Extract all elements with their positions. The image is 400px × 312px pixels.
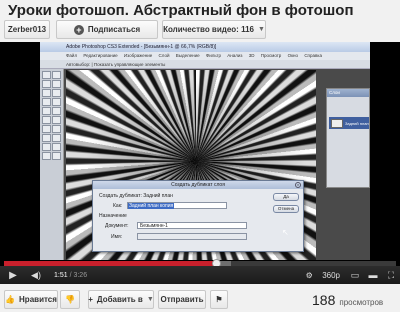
duplicate-label: Создать дубликат: Задний план: [99, 193, 173, 199]
tool-icon: [42, 116, 51, 124]
video-title: Уроки фотошоп. Абстрактный фон в фотошоп: [8, 2, 354, 19]
tool-icon: [52, 71, 61, 79]
flag-button[interactable]: ⚑: [210, 290, 228, 309]
fullscreen-icon[interactable]: ⛶: [382, 270, 400, 281]
thumbs-down-icon: 👎: [65, 295, 75, 304]
tool-icon: [52, 152, 61, 160]
plus-icon: +: [88, 295, 93, 304]
ok-button: Да: [273, 193, 299, 201]
name-field: [137, 233, 247, 240]
tool-icon: [42, 80, 51, 88]
layer-name: Задний план: [345, 120, 369, 126]
menu-item: Файл: [66, 53, 78, 58]
menu-item: Редактирование: [83, 53, 118, 58]
destination-label: Назначение: [99, 213, 127, 219]
menu-item: 3D: [248, 53, 255, 58]
tool-icon: [52, 89, 61, 97]
like-button[interactable]: 👍 Нравится: [4, 290, 58, 309]
channel-name-button[interactable]: Zerber013: [4, 20, 50, 39]
view-count-label: просмотров: [339, 298, 384, 307]
quality-button[interactable]: 360p: [322, 271, 340, 280]
photoshop-options-bar: Автовыбор: | Показать управляющие элемен…: [40, 60, 370, 69]
play-icon[interactable]: ▶: [0, 270, 26, 281]
volume-icon[interactable]: ◀): [26, 270, 46, 281]
tool-icon: [52, 98, 61, 106]
tool-icon: [52, 107, 61, 115]
menu-item: Фильтр: [205, 53, 221, 58]
video-frame[interactable]: Adobe Photoshop CS3 Extended - [Безымянн…: [40, 42, 370, 260]
document-label: Документ:: [105, 223, 129, 229]
layer-row: Задний план: [329, 117, 369, 129]
share-label: Отправить: [160, 295, 204, 304]
tool-icon: [42, 143, 51, 151]
video-count-label: Количество видео: 116: [163, 25, 254, 34]
name-label: Имя:: [111, 234, 123, 240]
as-field-value: Задний план копия: [128, 203, 175, 209]
tool-icon: [42, 98, 51, 106]
like-label: Нравится: [19, 295, 57, 304]
player-controls: ▶ ◀) 1:51 / 3:26 ⚙ 360p ▭ ▬ ⛶: [0, 266, 400, 284]
channel-name: Zerber013: [7, 25, 47, 34]
plus-icon: +: [73, 24, 84, 35]
menu-item: Анализ: [227, 53, 243, 58]
add-to-label: Добавить в: [96, 295, 143, 304]
photoshop-menu-bar: Файл Редактирование Изображение Слой Выд…: [40, 52, 370, 60]
layers-panel-header: Слои: [327, 89, 369, 97]
thumbs-up-icon: 👍: [5, 295, 16, 304]
duration: / 3:26: [69, 271, 88, 279]
theater-mode-icon[interactable]: ▬: [364, 270, 382, 280]
photoshop-title-bar: Adobe Photoshop CS3 Extended - [Безымянн…: [40, 42, 370, 52]
tool-icon: [42, 89, 51, 97]
document-value: Безымянн-1: [140, 223, 168, 229]
layers-panel: Слои Задний план: [326, 88, 370, 188]
menu-item: Изображение: [123, 53, 153, 58]
video-count-button[interactable]: Количество видео: 116 ▼: [162, 20, 266, 39]
menu-item: Справка: [304, 53, 322, 58]
tool-icon: [52, 134, 61, 142]
video-player[interactable]: Adobe Photoshop CS3 Extended - [Безымянн…: [0, 42, 400, 284]
chevron-down-icon: ▼: [257, 26, 265, 33]
dialog-title: Создать дубликат слоя: [93, 181, 303, 189]
document-select: Безымянн-1: [137, 222, 247, 229]
view-count-number: 188: [312, 292, 336, 308]
as-label: Как:: [113, 203, 123, 209]
tool-icon: [52, 116, 61, 124]
close-icon: ×: [295, 182, 301, 188]
tool-icon: [42, 125, 51, 133]
dislike-button[interactable]: 👎: [60, 290, 80, 309]
menu-item: Слой: [158, 53, 170, 58]
popout-icon[interactable]: ▭: [346, 270, 364, 281]
tool-icon: [42, 71, 51, 79]
chevron-down-icon: ▼: [146, 296, 154, 303]
layer-thumbnail: [331, 118, 343, 128]
tool-icon: [52, 125, 61, 133]
add-to-button[interactable]: + Добавить в ▼: [88, 290, 154, 309]
cancel-button: Отмена: [273, 205, 299, 213]
menu-item: Выделение: [175, 53, 200, 58]
tool-icon: [52, 143, 61, 151]
time-display: 1:51 / 3:26: [54, 272, 87, 279]
current-time: 1:51: [54, 271, 68, 279]
subscribe-label: Подписаться: [87, 25, 141, 34]
tool-icon: [52, 80, 61, 88]
as-field: Задний план копия: [127, 202, 227, 209]
flag-icon: ⚑: [215, 295, 223, 304]
mouse-cursor-icon: ↖: [282, 228, 289, 237]
menu-item: Просмотр: [260, 53, 282, 58]
photoshop-toolbox: [40, 69, 64, 260]
tool-icon: [42, 134, 51, 142]
duplicate-layer-dialog: Создать дубликат слоя × Создать дубликат…: [92, 180, 304, 252]
menu-item: Окно: [287, 53, 299, 58]
share-button[interactable]: Отправить: [158, 290, 206, 309]
subscribe-button[interactable]: + Подписаться: [56, 20, 158, 39]
view-count: 188 просмотров: [312, 292, 383, 308]
tool-icon: [42, 152, 51, 160]
tool-icon: [42, 107, 51, 115]
settings-icon[interactable]: ⚙: [302, 271, 316, 280]
